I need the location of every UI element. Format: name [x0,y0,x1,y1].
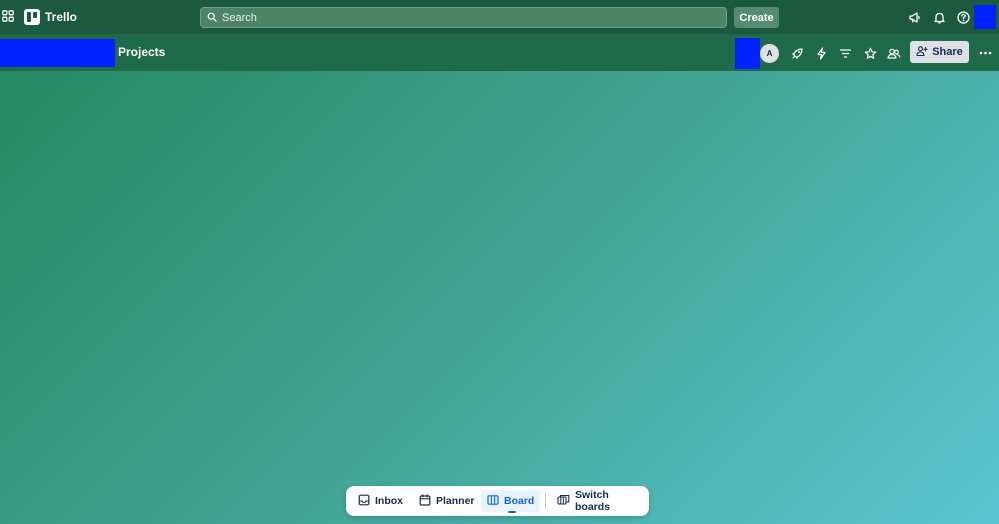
board-header: Projects A Share [0,35,999,71]
apps-grid-icon[interactable] [1,9,15,23]
calendar-icon [419,493,431,509]
board-title[interactable]: Projects [118,45,165,59]
filter-icon[interactable] [837,45,853,61]
trello-logo-icon [24,9,40,25]
board-canvas [0,71,999,484]
nav-board[interactable]: Board [481,490,540,513]
nav-planner[interactable]: Planner [413,490,481,512]
inbox-icon [358,494,370,509]
create-button[interactable]: Create [734,7,779,28]
nav-board-label: Board [504,495,535,507]
rocket-icon[interactable] [789,45,805,61]
more-icon[interactable] [977,45,993,61]
member-avatar[interactable]: A [760,44,779,63]
nav-switch-boards[interactable]: Switch boards [551,489,649,513]
account-avatar[interactable] [974,5,996,29]
team-visibility-icon[interactable] [886,45,902,61]
switch-boards-icon [557,494,570,509]
share-button[interactable]: Share [910,41,969,63]
star-icon[interactable] [862,45,878,61]
bottom-navigation: Inbox Planner Board Switch boards [346,486,649,516]
trello-logo[interactable]: Trello [24,9,77,25]
bell-icon[interactable] [931,9,947,25]
add-person-icon [916,45,928,60]
nav-switch-boards-label: Switch boards [575,489,611,513]
top-navigation-bar: Trello Create [0,0,999,35]
search-input[interactable] [222,11,702,24]
help-icon[interactable] [955,9,971,25]
nav-inbox[interactable]: Inbox [352,490,409,512]
nav-inbox-label: Inbox [375,495,403,507]
megaphone-icon[interactable] [906,9,922,25]
redacted-member [735,38,760,69]
app-name: Trello [45,10,78,24]
search-icon [207,9,217,27]
lightning-icon[interactable] [813,45,829,61]
search-box[interactable] [200,7,727,28]
active-indicator [508,511,516,513]
nav-planner-label: Planner [436,495,475,507]
redacted-workspace [0,39,115,67]
nav-divider [545,493,546,509]
board-icon [487,494,499,509]
share-label: Share [932,46,963,58]
